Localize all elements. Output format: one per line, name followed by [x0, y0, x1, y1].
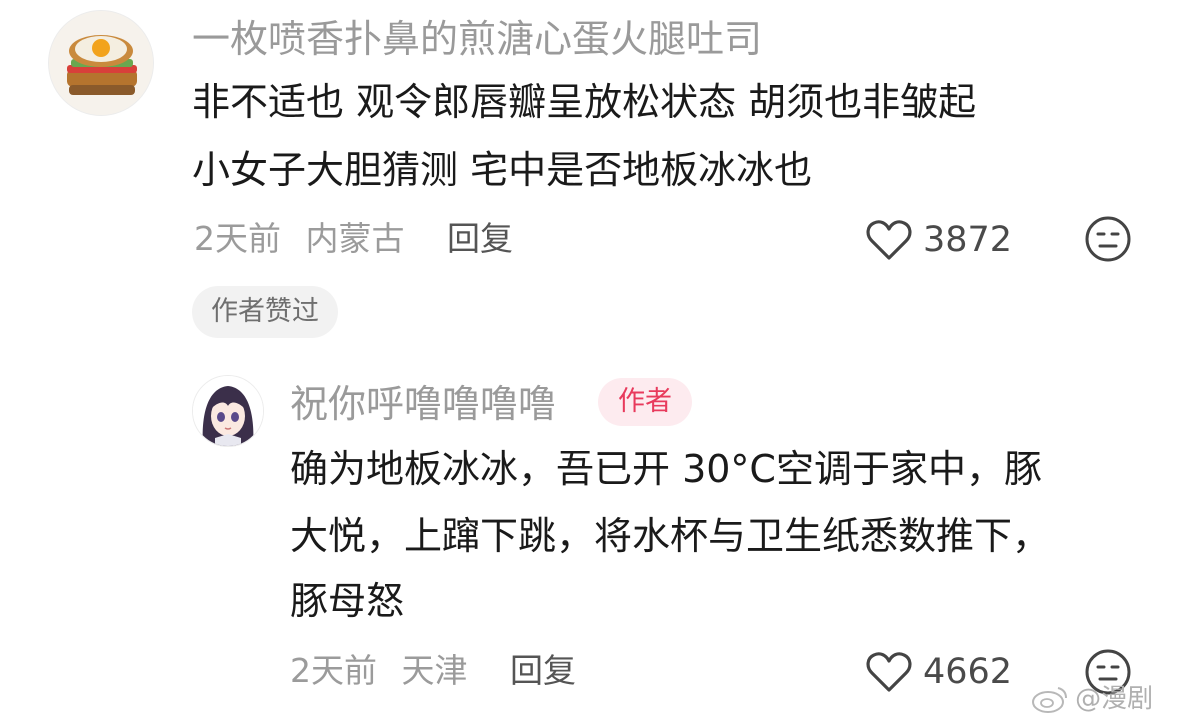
like-count: 4662: [923, 652, 1013, 692]
reply-button[interactable]: 回复: [510, 651, 576, 690]
like-button[interactable]: 3872: [865, 216, 1025, 264]
comment-meta: 2天前 内蒙古 回复: [194, 222, 513, 255]
reply-text-line-3: 豚母怒: [290, 579, 405, 623]
avatar[interactable]: [48, 10, 154, 116]
weibo-logo-icon: [1032, 687, 1067, 713]
comment-location: 内蒙古: [305, 219, 405, 258]
comment-text-line-1: 非不适也 观令郎唇瓣呈放松状态 胡须也非皱起: [192, 80, 977, 124]
dislike-button[interactable]: [1084, 215, 1132, 263]
comment-text-line-2: 小女子大胆猜测 宅中是否地板冰冰也: [192, 148, 813, 192]
reply-button[interactable]: 回复: [447, 219, 513, 258]
comment-username[interactable]: 一枚喷香扑鼻的煎溏心蛋火腿吐司: [192, 20, 762, 58]
reply-time: 2天前: [290, 651, 377, 690]
watermark: @漫剧: [1030, 684, 1153, 714]
anime-girl-avatar-icon: [193, 376, 263, 446]
reply-text-line-2: 大悦，上蹿下跳，将水杯与卫生纸悉数推下，: [290, 514, 1051, 558]
heart-icon: [866, 652, 912, 692]
toast-avatar-icon: [49, 11, 153, 115]
author-liked-badge: 作者赞过: [192, 286, 338, 338]
avatar[interactable]: [192, 375, 264, 447]
reply-username[interactable]: 祝你呼噜噜噜噜: [290, 385, 556, 423]
reply-meta: 2天前 天津 回复: [290, 654, 576, 687]
like-button[interactable]: 4662: [865, 648, 1025, 696]
comment-time: 2天前: [194, 219, 281, 258]
reply-location: 天津: [401, 651, 468, 690]
neutral-face-icon: [1085, 216, 1131, 262]
like-count: 3872: [923, 220, 1013, 260]
author-badge: 作者: [598, 378, 692, 426]
watermark-text: @漫剧: [1075, 684, 1154, 714]
reply-text-line-1: 确为地板冰冰，吾已开 30°C空调于家中，豚: [290, 447, 1042, 491]
heart-icon: [866, 220, 912, 260]
